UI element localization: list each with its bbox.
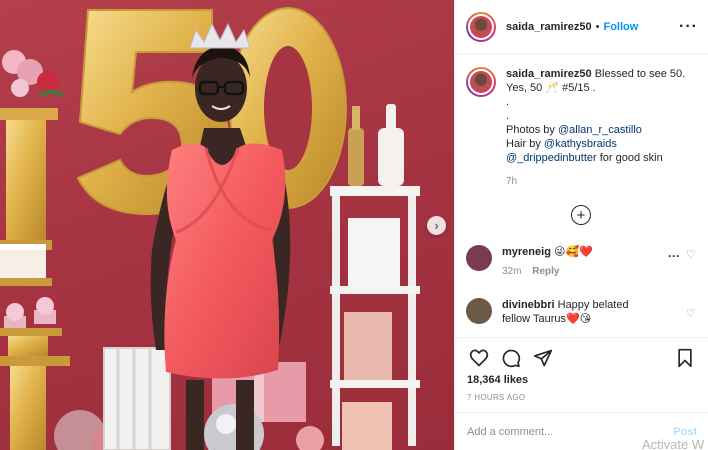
- send-icon[interactable]: [531, 346, 555, 370]
- comment-like-icon[interactable]: ♡: [686, 307, 696, 320]
- photos-credit-prefix: Photos by: [506, 124, 558, 136]
- comment-username[interactable]: myreneig: [502, 246, 551, 258]
- plus-circle-icon[interactable]: +: [571, 205, 591, 225]
- caption-line-1: Blessed to see 50.: [594, 68, 686, 80]
- comment-item: divinebbri Happy belated fellow Taurus❤️…: [466, 298, 701, 326]
- photographer-link[interactable]: @allan_r_castillo: [558, 124, 642, 136]
- header-separator: •: [595, 20, 600, 33]
- next-photo-button[interactable]: ›: [427, 216, 446, 235]
- comment-avatar[interactable]: [466, 245, 492, 271]
- hair-stylist-link[interactable]: @kathysbraids: [544, 138, 617, 150]
- caption-username[interactable]: saida_ramirez50: [506, 68, 592, 80]
- post-side-panel: saida_ramirez50 • Follow ··· saida_ramir…: [454, 0, 708, 450]
- caption-timestamp: 7h: [506, 176, 518, 187]
- post-timestamp: 7 HOURS AGO: [467, 393, 526, 402]
- comment-icon[interactable]: [499, 346, 523, 370]
- skin-brand-link[interactable]: @_drippedinbutter: [506, 152, 597, 164]
- bookmark-icon[interactable]: [673, 346, 697, 370]
- caption-dot-2: .: [506, 110, 510, 122]
- comment-more-icon[interactable]: ···: [668, 249, 680, 263]
- chevron-right-icon: ›: [434, 218, 439, 233]
- comment-avatar[interactable]: [466, 298, 492, 324]
- avatar[interactable]: [466, 11, 496, 42]
- follow-button[interactable]: Follow: [603, 21, 638, 33]
- comment-timestamp: 32m: [502, 266, 522, 277]
- photo-illustration: [0, 7, 420, 450]
- comment-input[interactable]: [467, 425, 674, 438]
- reply-button[interactable]: Reply: [532, 266, 559, 277]
- post-photo[interactable]: ›: [0, 0, 454, 450]
- post-header: saida_ramirez50 • Follow ···: [455, 0, 708, 54]
- comment-text: 😜🥰❤️: [553, 246, 593, 258]
- add-comment-bar: Post: [455, 412, 708, 450]
- caption: saida_ramirez50 Blessed to see 50. Yes, …: [455, 55, 708, 189]
- hair-credit-prefix: Hair by: [506, 138, 544, 150]
- comments-list[interactable]: saida_ramirez50 Blessed to see 50. Yes, …: [455, 55, 708, 337]
- likes-count[interactable]: 18,364 likes: [467, 374, 528, 386]
- caption-text: saida_ramirez50 Blessed to see 50. Yes, …: [506, 67, 696, 189]
- comment-username[interactable]: divinebbri: [502, 299, 555, 311]
- heart-icon[interactable]: [467, 346, 491, 370]
- post-comment-button[interactable]: Post: [673, 426, 697, 438]
- caption-dot-1: .: [506, 96, 510, 108]
- more-horizontal-icon[interactable]: ···: [679, 18, 698, 36]
- header-username[interactable]: saida_ramirez50: [506, 21, 592, 33]
- caption-avatar[interactable]: [466, 67, 496, 97]
- comment-like-icon[interactable]: ♡: [686, 248, 696, 261]
- action-bar: [455, 337, 708, 377]
- caption-line-2: Yes, 50 🥂 #5/15 .: [506, 82, 596, 94]
- skin-credit-suffix: for good skin: [596, 152, 663, 164]
- comment-item: myreneig 😜🥰❤️ 32m Reply ··· ♡: [466, 245, 701, 279]
